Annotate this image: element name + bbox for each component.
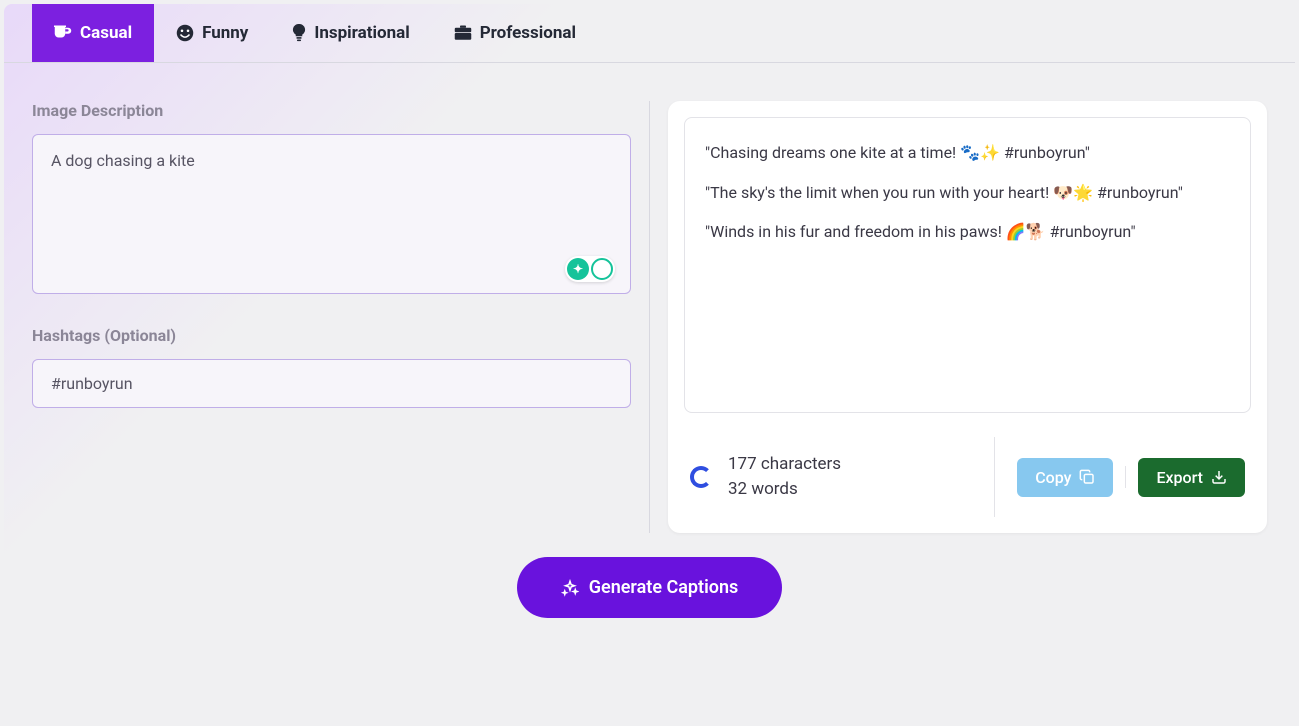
output-card: "Chasing dreams one kite at a time! 🐾✨ #… xyxy=(668,101,1267,533)
tab-label: Funny xyxy=(202,23,248,43)
tab-label: Casual xyxy=(80,23,132,43)
tab-professional[interactable]: Professional xyxy=(432,4,598,62)
caption-line: "The sky's the limit when you run with y… xyxy=(705,180,1230,206)
copy-icon xyxy=(1079,469,1095,485)
download-icon xyxy=(1211,469,1227,485)
description-input[interactable]: A dog chasing a kite xyxy=(32,134,631,294)
tab-label: Professional xyxy=(480,23,576,43)
briefcase-icon xyxy=(454,25,472,41)
caption-line: "Winds in his fur and freedom in his paw… xyxy=(705,219,1230,245)
export-label: Export xyxy=(1156,468,1203,487)
tone-tabs: Casual Funny Inspirational Professional xyxy=(4,4,1295,63)
copy-label: Copy xyxy=(1035,468,1071,487)
bulb-icon xyxy=(292,24,306,42)
loading-spinner-icon xyxy=(690,466,712,488)
grammarly-widget[interactable]: ✦ xyxy=(565,256,615,282)
divider xyxy=(1125,466,1126,488)
char-count: 177 characters xyxy=(728,452,841,478)
stats-text: 177 characters 32 words xyxy=(728,452,841,503)
description-label: Image Description xyxy=(32,101,631,120)
copy-button[interactable]: Copy xyxy=(1017,458,1113,497)
sparkle-icon xyxy=(561,579,579,597)
tab-label: Inspirational xyxy=(314,23,409,43)
generate-button[interactable]: Generate Captions xyxy=(517,557,783,618)
grammarly-add-icon: ✦ xyxy=(567,258,589,280)
captions-box: "Chasing dreams one kite at a time! 🐾✨ #… xyxy=(684,117,1251,413)
tab-inspirational[interactable]: Inspirational xyxy=(270,4,431,62)
grammarly-status-icon xyxy=(591,258,613,280)
word-count: 32 words xyxy=(728,477,841,503)
hashtags-label: Hashtags (Optional) xyxy=(32,326,631,345)
generate-label: Generate Captions xyxy=(589,577,739,598)
export-button[interactable]: Export xyxy=(1138,458,1245,497)
tab-casual[interactable]: Casual xyxy=(32,4,154,62)
hashtags-input[interactable] xyxy=(32,359,631,408)
tab-funny[interactable]: Funny xyxy=(154,4,270,62)
mug-icon xyxy=(54,25,72,41)
caption-line: "Chasing dreams one kite at a time! 🐾✨ #… xyxy=(705,140,1230,166)
smile-icon xyxy=(176,24,194,42)
